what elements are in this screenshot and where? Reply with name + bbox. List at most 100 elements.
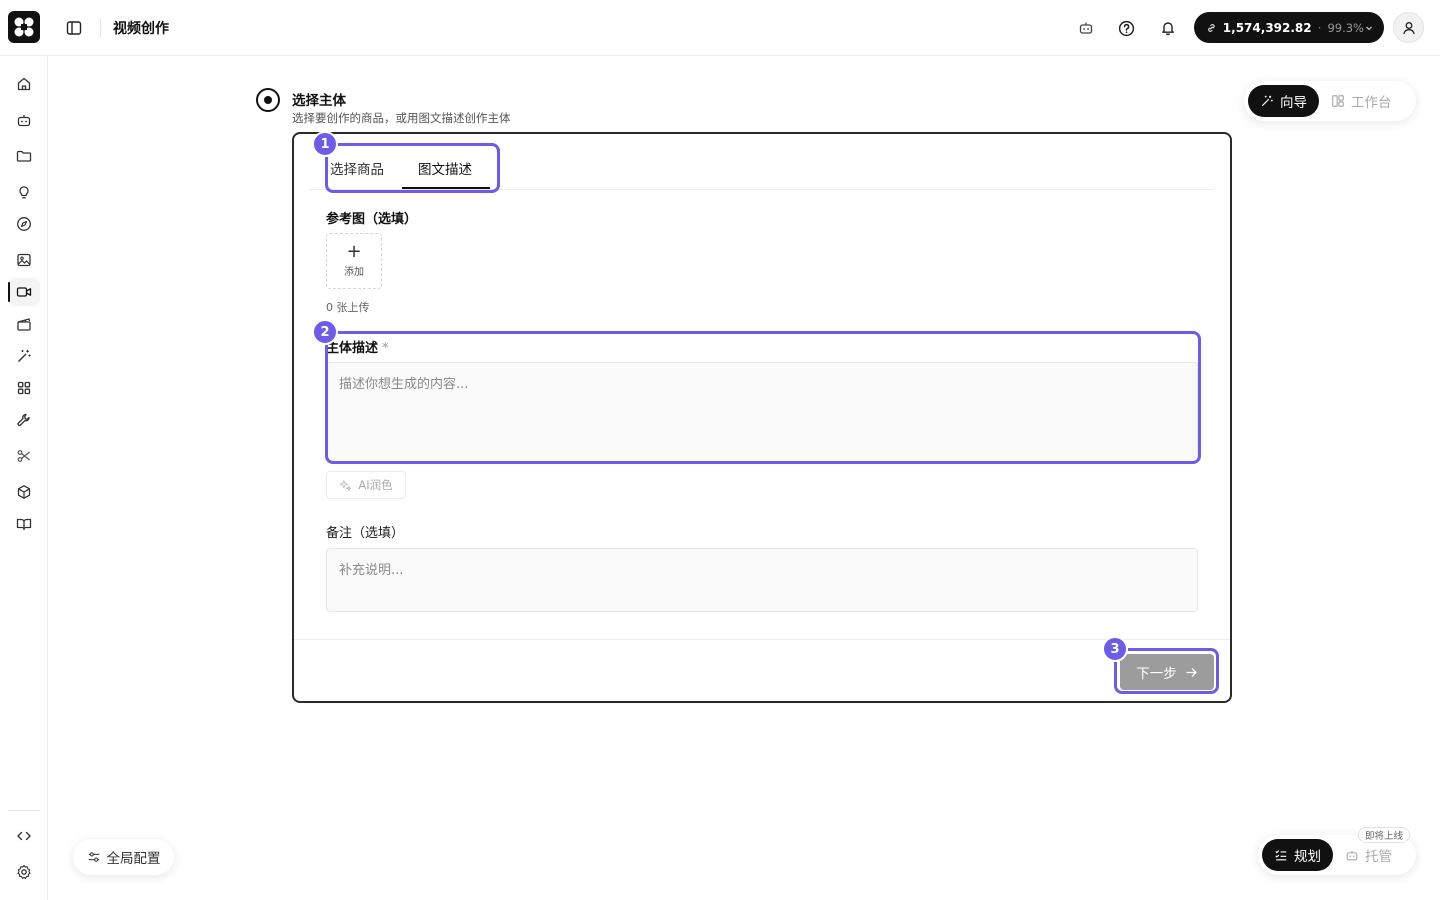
folder-icon — [16, 150, 32, 162]
sidebar-item-image[interactable] — [8, 246, 40, 274]
sidebar-item-magic[interactable] — [8, 342, 40, 370]
plus-icon: + — [346, 240, 362, 262]
subject-description-text: 主体描述 — [326, 341, 379, 356]
guide-mode-button[interactable]: 向导 — [1248, 85, 1319, 117]
sidebar-item-developer[interactable] — [8, 822, 40, 850]
balance-pill[interactable]: 1,574,392.82 · 99.3% — [1194, 12, 1384, 43]
mode-toggle: 向导 工作台 — [1244, 81, 1416, 121]
panel-left-icon — [66, 21, 82, 35]
magic-wand-icon — [1261, 95, 1273, 107]
wrench-icon — [17, 413, 30, 427]
lightbulb-icon — [19, 186, 29, 199]
global-config-button[interactable]: 全局配置 — [73, 839, 174, 875]
page-title: 视频创作 — [113, 21, 169, 37]
image-icon — [17, 253, 31, 267]
compass-icon — [17, 217, 31, 231]
book-icon — [16, 518, 32, 531]
sidebar-item-home[interactable] — [8, 70, 40, 98]
reference-image-label: 参考图（选填） — [326, 212, 418, 227]
sidebar-item-docs[interactable] — [8, 510, 40, 538]
step-title: 选择主体 — [292, 93, 346, 109]
notifications-button[interactable] — [1156, 16, 1180, 40]
sidebar-toggle-button[interactable] — [62, 16, 86, 40]
help-circle-icon — [1118, 20, 1134, 36]
coming-soon-badge: 即将上线 — [1358, 827, 1411, 843]
settings-icon — [17, 864, 31, 880]
note-label: 备注（选填） — [326, 526, 405, 541]
ai-polish-button[interactable]: AI润色 — [326, 471, 406, 499]
user-avatar[interactable] — [1393, 12, 1424, 43]
active-tab-indicator — [402, 187, 490, 189]
workbench-mode-label: 工作台 — [1351, 95, 1392, 111]
scissors-icon — [17, 450, 30, 462]
magic-wand-icon — [18, 350, 31, 362]
sidebar-item-tools[interactable] — [8, 406, 40, 434]
highlight-badge-1: 1 — [312, 131, 338, 157]
managed-mode-button[interactable]: 托管 — [1333, 839, 1404, 871]
home-icon — [17, 77, 31, 91]
plan-mode-button[interactable]: 规划 — [1262, 839, 1333, 871]
sidebar-item-clapper[interactable] — [8, 310, 40, 338]
subject-description-input[interactable] — [326, 362, 1198, 462]
sidebar-item-folder[interactable] — [8, 142, 40, 170]
bell-icon — [1162, 22, 1174, 36]
plan-mode-label: 规划 — [1294, 849, 1321, 865]
add-reference-image-button[interactable]: + 添加 — [326, 233, 382, 289]
bot-icon — [17, 115, 31, 127]
workbench-mode-button[interactable]: 工作台 — [1319, 85, 1404, 117]
user-icon — [1402, 21, 1415, 34]
top-header: 视频创作 1,574,392.82 · 99.3% — [0, 0, 1440, 56]
code-icon — [17, 831, 31, 841]
subject-tabs: 选择商品 图文描述 — [310, 144, 1214, 190]
next-step-button[interactable]: 下一步 — [1120, 654, 1214, 690]
header-divider — [100, 18, 101, 38]
ai-polish-label: AI润色 — [358, 478, 393, 492]
subject-description-label: 主体描述 * — [326, 337, 389, 356]
sidebar-item-assets[interactable] — [8, 478, 40, 506]
next-step-label: 下一步 — [1136, 666, 1177, 682]
upload-label: 添加 — [344, 266, 364, 278]
subject-form-card: 选择商品 图文描述 参考图（选填） + 添加 0 张上传 主体描述* AI润色 … — [292, 132, 1232, 703]
sparkles-icon — [340, 479, 352, 491]
step-subtitle: 选择要创作的商品，或用图文描述创作主体 — [292, 111, 511, 125]
required-mark: * — [382, 341, 389, 356]
sidebar-item-explore[interactable] — [8, 210, 40, 238]
tab-select-product[interactable]: 选择商品 — [330, 158, 384, 178]
sidebar — [0, 56, 48, 900]
sidebar-item-apps[interactable] — [8, 374, 40, 402]
highlight-badge-3: 3 — [1102, 636, 1128, 662]
guide-mode-label: 向导 — [1280, 95, 1307, 111]
chevron-down-icon — [1364, 23, 1374, 33]
card-footer-divider — [294, 639, 1230, 640]
sidebar-item-ideas[interactable] — [8, 178, 40, 206]
link-icon — [1208, 23, 1215, 32]
grid-icon — [17, 381, 31, 395]
balance-separator: · — [1317, 20, 1322, 35]
bot-icon — [1079, 22, 1093, 34]
sidebar-item-video[interactable] — [8, 278, 40, 306]
assistant-button[interactable] — [1074, 16, 1098, 40]
highlight-badge-2: 2 — [312, 319, 338, 345]
layout-icon — [1332, 95, 1344, 107]
sliders-icon — [88, 852, 99, 862]
upload-count: 0 张上传 — [326, 301, 370, 314]
sidebar-item-bot[interactable] — [8, 106, 40, 134]
sidebar-item-cut[interactable] — [8, 442, 40, 470]
clapperboard-icon — [17, 318, 31, 331]
step-radio-indicator — [256, 88, 280, 112]
sidebar-divider — [8, 810, 40, 811]
tab-text-image[interactable]: 图文描述 — [418, 158, 472, 178]
arrow-right-icon — [1186, 667, 1197, 677]
bot-icon — [1346, 850, 1358, 861]
balance-amount: 1,574,392.82 — [1222, 20, 1312, 35]
app-logo[interactable] — [8, 11, 40, 43]
sidebar-item-settings[interactable] — [8, 858, 40, 886]
balance-percent: 99.3% — [1327, 20, 1364, 35]
managed-mode-label: 托管 — [1365, 849, 1392, 865]
box-icon — [17, 485, 31, 499]
video-icon — [16, 287, 32, 297]
global-config-label: 全局配置 — [106, 851, 161, 867]
list-checks-icon — [1275, 850, 1287, 861]
help-button[interactable] — [1114, 16, 1138, 40]
note-input[interactable] — [326, 548, 1198, 612]
